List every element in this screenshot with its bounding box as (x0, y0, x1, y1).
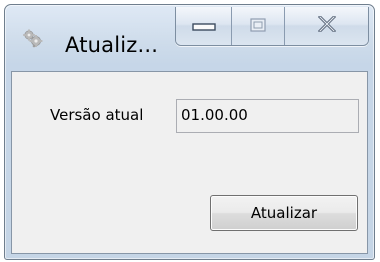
close-icon (317, 14, 336, 36)
update-button[interactable]: Atualizar (210, 195, 358, 231)
minimize-icon (191, 17, 216, 36)
window-title: Atualiz... (65, 33, 159, 57)
gear-cog-icon[interactable] (22, 29, 44, 49)
version-label: Versão atual (50, 106, 144, 124)
client-area: Versão atual 01.00.00 Atualizar (11, 71, 368, 254)
maximize-icon (250, 17, 266, 36)
version-field[interactable]: 01.00.00 (176, 99, 359, 133)
title-bar[interactable]: Atualiz... (5, 5, 374, 69)
maximize-button[interactable] (232, 7, 285, 45)
app-window: Atualiz... Versão atual 01.00.00 Atualiz… (4, 4, 375, 260)
minimize-button[interactable] (176, 7, 232, 45)
window-controls (175, 7, 369, 46)
close-button[interactable] (285, 7, 368, 45)
